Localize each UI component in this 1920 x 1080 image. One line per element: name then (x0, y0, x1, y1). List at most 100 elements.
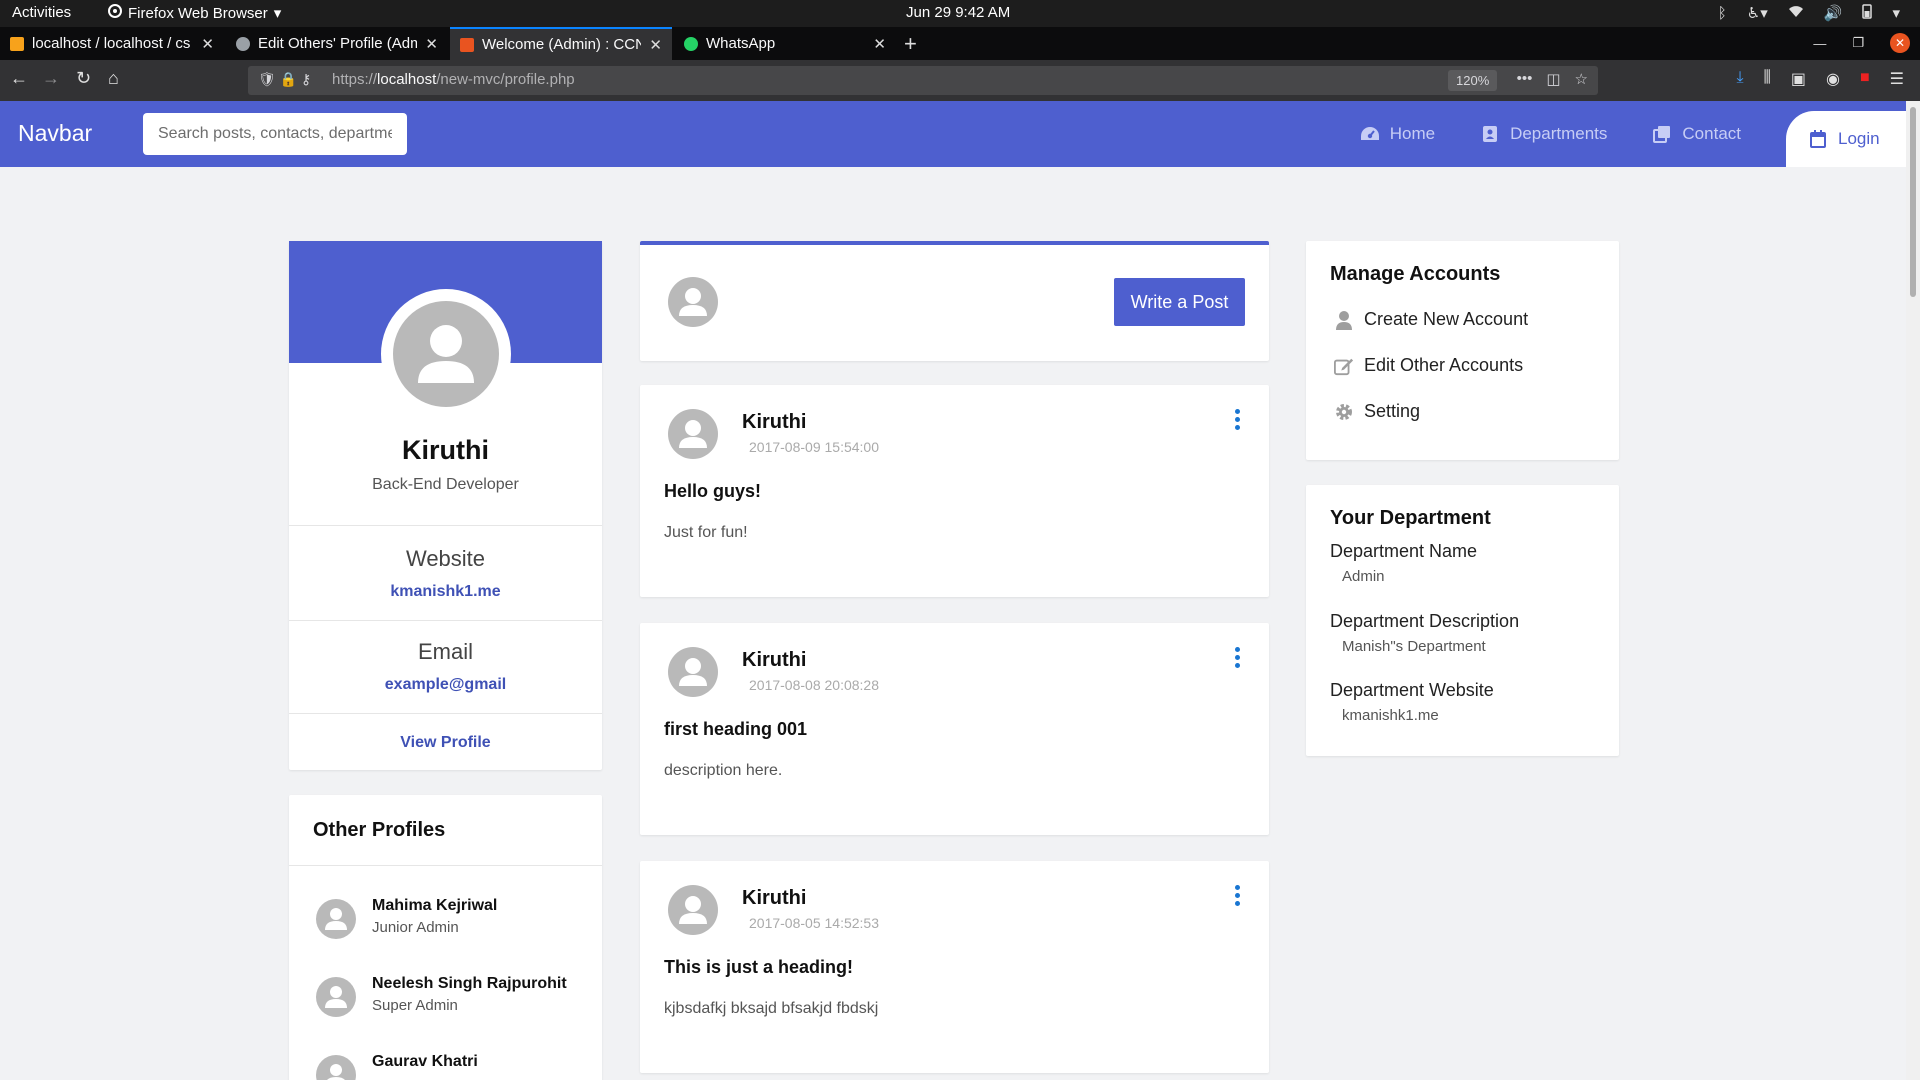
profile-name: Neelesh Singh Rajpurohit (372, 975, 567, 992)
window-close-icon[interactable]: ✕ (1890, 33, 1910, 53)
phpmyadmin-favicon-icon (10, 36, 24, 51)
nav-contact-label: Contact (1682, 124, 1741, 143)
close-icon[interactable]: ✕ (425, 35, 438, 53)
other-profiles-title: Other Profiles (313, 819, 446, 841)
shield-lock-icon[interactable]: 🛡 🔒 ⚷ (258, 71, 311, 88)
pocket-icon[interactable]: ◫ (1546, 70, 1560, 88)
back-arrow-icon[interactable]: ← (10, 68, 28, 89)
scrollbar-thumb[interactable] (1910, 107, 1916, 297)
nav-home-label: Home (1389, 124, 1436, 143)
list-item[interactable]: Neelesh Singh Rajpurohit Super Admin (316, 975, 596, 1023)
system-menu-caret-icon[interactable]: ▾ (1892, 4, 1900, 22)
user-avatar-icon (679, 658, 707, 686)
setting-label: Setting (1364, 401, 1421, 421)
post-author[interactable]: Kiruthi (742, 649, 806, 672)
zoom-level[interactable]: 120% (1448, 70, 1498, 91)
list-item[interactable]: Gaurav Khatri (316, 1053, 596, 1080)
app-menu[interactable]: Firefox Web Browser ▾ (108, 4, 281, 22)
post-description: kjbsdafkj bksajd bfsakjd fbdskj (664, 1000, 879, 1017)
extension-icon[interactable]: ■ (1860, 69, 1870, 89)
avatar (668, 409, 718, 459)
tab-label: localhost / localhost / cs (32, 35, 191, 52)
activities-button[interactable]: Activities (12, 4, 71, 21)
system-tray[interactable]: ᛒ ♿▾ 🔊 ▾ (1718, 3, 1900, 23)
home-icon[interactable]: ⌂ (108, 68, 119, 89)
divider (289, 620, 602, 621)
manage-accounts-title: Manage Accounts (1330, 263, 1501, 285)
battery-icon[interactable] (1862, 3, 1873, 23)
edit-accounts-link[interactable]: Edit Other Accounts (1334, 355, 1523, 376)
url-text[interactable]: https://localhost/new-mvc/profile.php (332, 71, 575, 88)
department-website-value: kmanishk1.me (1342, 707, 1439, 724)
dashboard-icon (1360, 125, 1380, 143)
kebab-menu-icon[interactable] (1235, 885, 1241, 907)
url-bar[interactable]: 🛡 🔒 ⚷ https://localhost/new-mvc/profile.… (248, 66, 1598, 95)
department-website-label: Department Website (1330, 680, 1494, 700)
more-dots-icon[interactable]: ••• (1517, 70, 1533, 88)
account-icon[interactable]: ◉ (1826, 69, 1840, 89)
minimize-icon[interactable]: — (1813, 36, 1826, 51)
user-avatar-icon (679, 420, 707, 448)
toolbar-right-icons: ⤓ ⫼ ▣ ◉ ■ ☰ (1736, 69, 1904, 89)
profile-role: Junior Admin (372, 919, 459, 936)
tab-whatsapp[interactable]: WhatsApp ✕ (674, 27, 896, 60)
restore-icon[interactable]: ❐ (1852, 35, 1864, 51)
page-scrollbar[interactable] (1906, 101, 1920, 1080)
post-author[interactable]: Kiruthi (742, 411, 806, 434)
create-account-link[interactable]: Create New Account (1334, 309, 1528, 330)
kebab-menu-icon[interactable] (1235, 409, 1241, 431)
post-title: This is just a heading! (664, 957, 854, 977)
write-post-card: Write a Post (640, 241, 1269, 361)
close-icon[interactable]: ✕ (201, 35, 214, 53)
nav-login[interactable]: Login (1786, 111, 1906, 167)
search-input[interactable] (143, 113, 407, 155)
post-author[interactable]: Kiruthi (742, 887, 806, 910)
tab-phpmyadmin[interactable]: localhost / localhost / cs ✕ (0, 27, 224, 60)
wifi-icon[interactable] (1788, 4, 1804, 22)
hamburger-menu-icon[interactable]: ☰ (1890, 69, 1904, 89)
tab-welcome[interactable]: Welcome (Admin) : CCNB ✕ (450, 27, 672, 60)
nav-departments[interactable]: Departments (1480, 124, 1607, 144)
avatar (316, 977, 356, 1017)
urlbar-actions: ••• ◫ ☆ (1517, 70, 1588, 88)
create-account-label: Create New Account (1364, 309, 1529, 329)
avatar (668, 277, 718, 327)
navbar-brand[interactable]: Navbar (18, 120, 92, 147)
user-avatar-icon (679, 288, 707, 316)
close-icon[interactable]: ✕ (649, 36, 662, 54)
write-post-button[interactable]: Write a Post (1114, 278, 1245, 326)
view-profile-link[interactable]: View Profile (289, 734, 602, 752)
department-name-value: Admin (1342, 568, 1385, 585)
clock[interactable]: Jun 29 9:42 AM (906, 4, 1010, 21)
website-link[interactable]: kmanishk1.me (289, 583, 602, 601)
library-icon[interactable]: ⫼ (1764, 69, 1771, 89)
new-tab-plus-icon[interactable]: + (904, 31, 917, 57)
nav-links: Home Departments Contact Login (1360, 101, 1906, 167)
gear-icon (1334, 402, 1354, 422)
site-navbar: Navbar Home Departments Contact (0, 101, 1906, 167)
sidebar-icon[interactable]: ▣ (1791, 69, 1806, 89)
profile-name: Mahima Kejriwal (372, 897, 498, 914)
post-description: Just for fun! (664, 524, 748, 541)
nav-home[interactable]: Home (1360, 124, 1435, 144)
bookmark-star-icon[interactable]: ☆ (1575, 70, 1588, 88)
tab-edit-profile[interactable]: Edit Others' Profile (Adm ✕ (226, 27, 448, 60)
nav-contact[interactable]: Contact (1652, 124, 1741, 144)
list-item[interactable]: Mahima Kejriwal Junior Admin (316, 897, 596, 945)
close-icon[interactable]: ✕ (873, 35, 886, 53)
profile-name: Kiruthi (402, 435, 489, 465)
accessibility-icon[interactable]: ♿▾ (1747, 4, 1768, 22)
ccnb-favicon-icon (460, 37, 474, 52)
volume-icon[interactable]: 🔊 (1824, 4, 1843, 22)
edit-accounts-label: Edit Other Accounts (1364, 355, 1524, 375)
download-icon[interactable]: ⤓ (1736, 69, 1743, 89)
setting-link[interactable]: Setting (1334, 401, 1420, 422)
email-link[interactable]: example@gmail (289, 676, 602, 694)
kebab-menu-icon[interactable] (1235, 647, 1241, 669)
avatar (393, 301, 499, 407)
forward-arrow-icon[interactable]: → (42, 68, 60, 89)
reload-icon[interactable]: ↻ (76, 68, 91, 89)
bluetooth-icon[interactable]: ᛒ (1718, 5, 1727, 22)
divider (289, 525, 602, 526)
user-avatar-icon (679, 896, 707, 924)
